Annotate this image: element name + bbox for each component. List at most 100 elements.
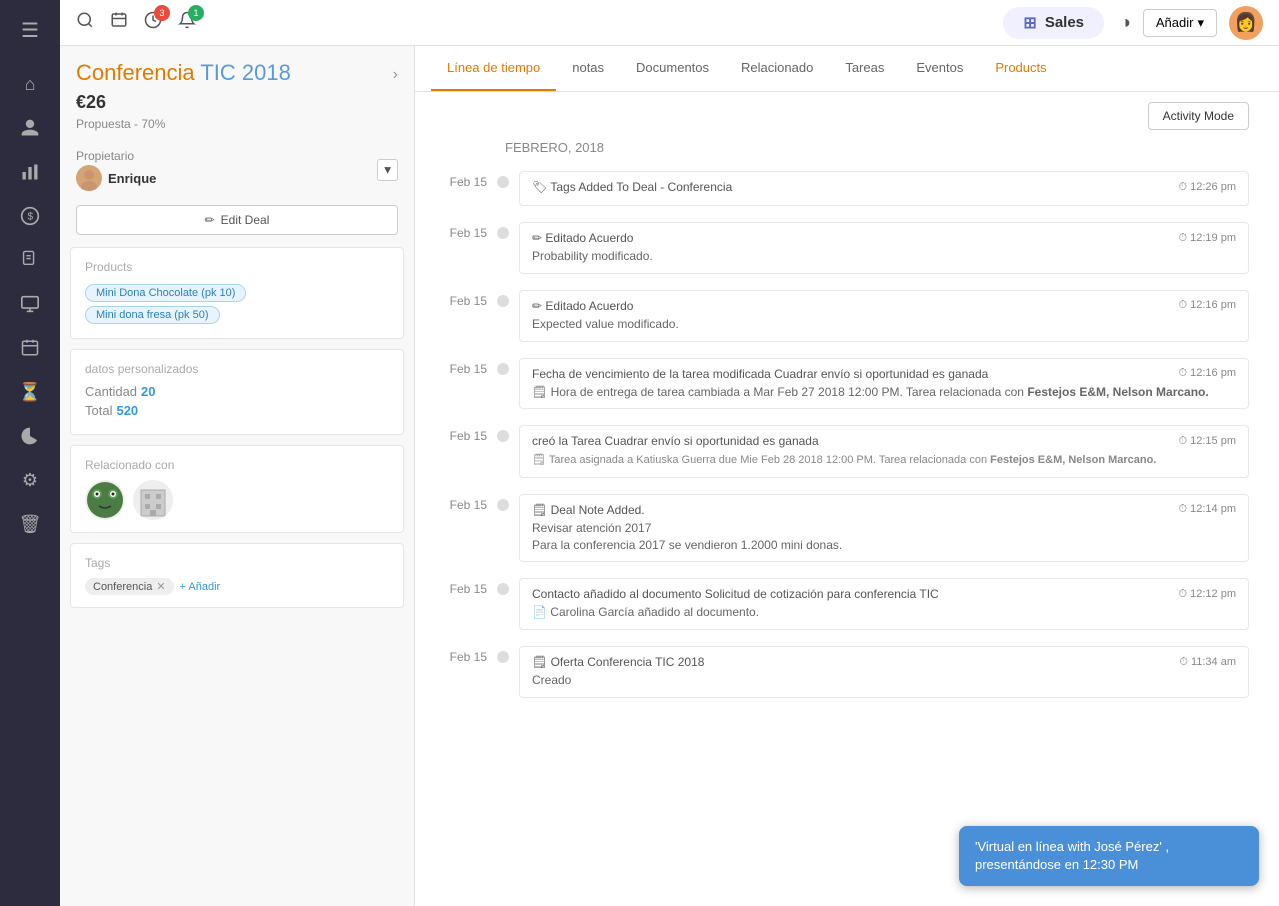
tab-tareas[interactable]: Tareas (829, 46, 900, 91)
entry-date: Feb 15 (445, 171, 497, 189)
search-icon[interactable] (76, 11, 94, 34)
user-avatar[interactable]: 👩 (1229, 6, 1263, 40)
home-icon[interactable]: ⌂ (10, 64, 50, 104)
entry-body: Probability modificado. (532, 248, 1236, 265)
timeline-area: Activity Mode FEBRERO, 2018 Feb 15 🏷 Tag… (415, 92, 1279, 906)
timeline-entry: Feb 15 Fecha de vencimiento de la tarea … (445, 358, 1249, 410)
entry-time: ⏱ 12:19 pm (1179, 232, 1237, 245)
entry-time: ⏱ 12:16 pm (1179, 299, 1237, 312)
entry-time: ⏱ 12:14 pm (1179, 503, 1237, 516)
relacionado-avatars (85, 480, 389, 520)
entry-title: 🗒 Deal Note Added. (532, 503, 645, 517)
left-panel: Conferencia TIC 2018 › €26 Propuesta - 7… (60, 46, 415, 906)
edit-deal-button[interactable]: ✏ Edit Deal (76, 205, 398, 235)
timeline-entry: Feb 15 Contacto añadido al documento Sol… (445, 578, 1249, 630)
products-tags: Mini Dona Chocolate (pk 10) Mini dona fr… (85, 282, 389, 326)
reports-icon[interactable] (10, 152, 50, 192)
right-panel: Línea de tiempo notas Documentos Relacio… (415, 46, 1279, 906)
deal-info: €26 Propuesta - 70% (60, 92, 414, 149)
entry-date: Feb 15 (445, 425, 497, 443)
entry-title: Contacto añadido al documento Solicitud … (532, 587, 939, 601)
products-card: Products Mini Dona Chocolate (pk 10) Min… (70, 247, 404, 339)
tab-notas[interactable]: notas (556, 46, 620, 91)
propietario-dropdown[interactable]: ▾ (377, 159, 398, 181)
month-label: FEBRERO, 2018 (505, 140, 1249, 155)
settings-icon[interactable]: ⚙ (10, 460, 50, 500)
entry-time: ⏱ 11:34 am (1179, 656, 1236, 669)
updates-icon[interactable]: 1 (178, 11, 196, 34)
trash-icon[interactable]: 🗑 (10, 504, 50, 544)
deal-stage: Propuesta - 70% (76, 117, 398, 131)
custom-data-card: datos personalizados Cantidad 20 Total 5… (70, 349, 404, 435)
entry-time: ⏱ 12:16 pm (1179, 367, 1237, 380)
relacionado-building-avatar[interactable] (133, 480, 173, 520)
entry-date: Feb 15 (445, 646, 497, 664)
product-tag-2[interactable]: Mini dona fresa (pk 50) (85, 306, 220, 324)
deal-title-part2: TIC 2018 (200, 60, 291, 85)
relacionado-card: Relacionado con (70, 445, 404, 533)
entry-time: ⏱ 12:12 pm (1179, 588, 1237, 601)
timeline-entry: Feb 15 🏷 Tags Added To Deal - Conferenci… (445, 171, 1249, 206)
entry-card: ✏ Editado Acuerdo ⏱ 12:16 pm Expected va… (519, 290, 1249, 342)
timeline-entry: Feb 15 creó la Tarea Cuadrar envío si op… (445, 425, 1249, 477)
entry-dot (497, 651, 509, 663)
custom-data-title: datos personalizados (85, 362, 389, 376)
entry-date: Feb 15 (445, 290, 497, 308)
product-tag-1[interactable]: Mini Dona Chocolate (pk 10) (85, 284, 246, 302)
main-area: 3 1 ⊞ Sales ◑ Añadir ▾ 👩 Conferencia TIC… (60, 0, 1279, 906)
half-circle-icon[interactable]: ◑ (1120, 12, 1131, 33)
entry-title: creó la Tarea Cuadrar envío si oportunid… (532, 434, 819, 448)
calendar-top-icon[interactable] (110, 11, 128, 34)
entry-dot (497, 430, 509, 442)
edit-deal-label: Edit Deal (221, 213, 270, 227)
entry-date: Feb 15 (445, 494, 497, 512)
entry-card: 🏷 Tags Added To Deal - Conferencia ⏱ 12:… (519, 171, 1249, 206)
entry-card: creó la Tarea Cuadrar envío si oportunid… (519, 425, 1249, 477)
updates-badge: 1 (188, 5, 204, 21)
grid-icon: ⊞ (1023, 13, 1036, 33)
tab-relacionado[interactable]: Relacionado (725, 46, 829, 91)
tag-conferencia: Conferencia ✕ (85, 578, 174, 595)
entry-dot (497, 583, 509, 595)
tag-remove-icon[interactable]: ✕ (156, 580, 165, 593)
entry-dot (497, 176, 509, 188)
entry-title: ✏ Editado Acuerdo (532, 299, 633, 313)
panel-collapse-icon[interactable]: › (393, 66, 398, 84)
chat-bubble[interactable]: 'Virtual en línea with José Pérez' , pre… (959, 826, 1259, 886)
entry-dot (497, 363, 509, 375)
tag-label: Conferencia (93, 581, 152, 593)
tab-linea-de-tiempo[interactable]: Línea de tiempo (431, 46, 556, 91)
entry-body: Revisar atención 2017 Para la conferenci… (532, 520, 1236, 554)
add-tag-button[interactable]: + Añadir (180, 581, 221, 593)
anadir-button[interactable]: Añadir ▾ (1143, 9, 1217, 37)
tab-products[interactable]: Products (979, 46, 1062, 91)
relacionado-frog-avatar[interactable] (85, 480, 125, 520)
cantidad-value: 20 (141, 384, 155, 399)
entry-title: Fecha de vencimiento de la tarea modific… (532, 367, 988, 381)
contacts-icon[interactable] (10, 108, 50, 148)
entry-body: 🗒 Hora de entrega de tarea cambiada a Ma… (532, 384, 1236, 401)
documents-icon[interactable] (10, 240, 50, 280)
chart-pie-icon[interactable] (10, 416, 50, 456)
timeline-entry: Feb 15 ✏ Editado Acuerdo ⏱ 12:16 pm Expe… (445, 290, 1249, 342)
menu-icon[interactable]: ☰ (10, 10, 50, 50)
activity-mode-button[interactable]: Activity Mode (1148, 102, 1249, 130)
hourglass-icon[interactable]: ⏳ (10, 372, 50, 412)
entry-date: Feb 15 (445, 222, 497, 240)
screen-icon[interactable] (10, 284, 50, 324)
timeline-entry: Feb 15 ✏ Editado Acuerdo ⏱ 12:19 pm Prob… (445, 222, 1249, 274)
tags-card: Tags Conferencia ✕ + Añadir (70, 543, 404, 608)
propietario-label: Propietario (76, 149, 156, 163)
activity-icon[interactable]: 3 (144, 11, 162, 34)
money-icon[interactable]: $ (10, 196, 50, 236)
content-area: Conferencia TIC 2018 › €26 Propuesta - 7… (60, 46, 1279, 906)
entry-title: 🏷 Tags Added To Deal - Conferencia (532, 180, 732, 194)
entry-time: ⏱ 12:26 pm (1179, 181, 1237, 194)
total-label: Total (85, 403, 112, 418)
tab-documentos[interactable]: Documentos (620, 46, 725, 91)
entry-card: Contacto añadido al documento Solicitud … (519, 578, 1249, 630)
deal-title-part1: Conferencia (76, 60, 200, 85)
calendar-icon[interactable] (10, 328, 50, 368)
timeline-entry: Feb 15 🗒 Deal Note Added. ⏱ 12:14 pm Rev… (445, 494, 1249, 563)
tab-eventos[interactable]: Eventos (900, 46, 979, 91)
